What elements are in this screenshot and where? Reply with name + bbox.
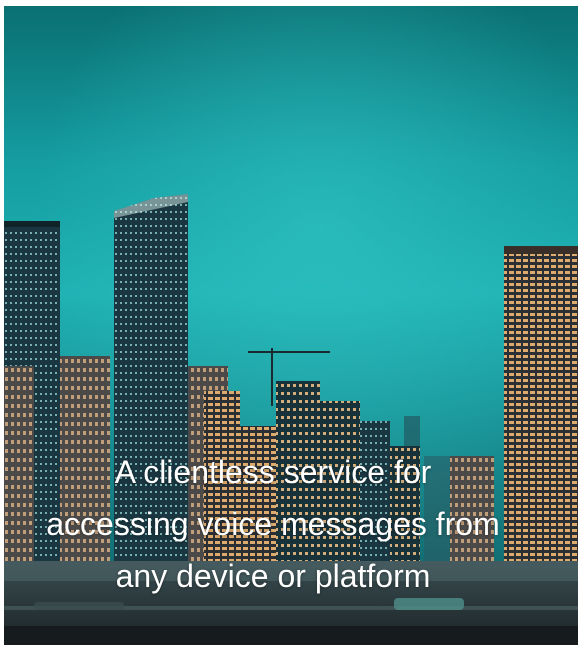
hero-headline-line-3: any device or platform — [115, 558, 431, 594]
hero-banner: A clientless service for accessing voice… — [4, 6, 578, 645]
hero-headline: A clientless service for accessing voice… — [4, 446, 542, 602]
hero-headline-line-2: accessing voice messages from — [46, 506, 500, 542]
hero-headline-line-1: A clientless service for — [114, 454, 432, 490]
